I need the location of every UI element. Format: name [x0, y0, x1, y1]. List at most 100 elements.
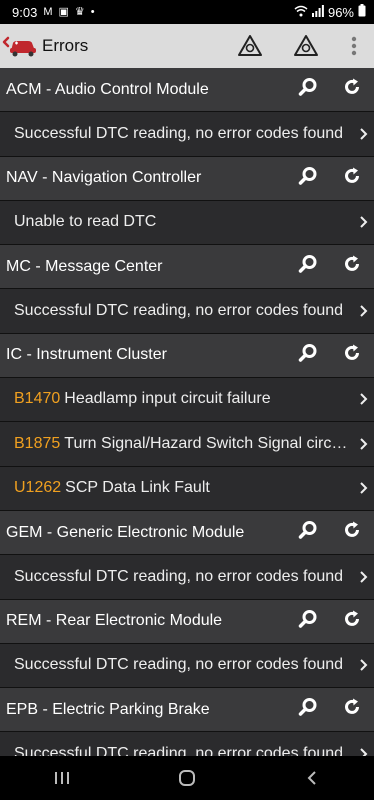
module-header: GEM - Generic Electronic Module — [0, 511, 374, 555]
home-button[interactable] — [157, 756, 217, 800]
dtc-text: Headlamp input circuit failure — [64, 390, 271, 408]
refresh-button[interactable] — [330, 156, 374, 200]
refresh-icon — [343, 78, 361, 101]
module-header: MC - Message Center — [0, 245, 374, 289]
dtc-list-item[interactable]: U1262 SCP Data Link Fault — [0, 466, 374, 511]
dtc-description: U1262 SCP Data Link Fault — [14, 479, 352, 497]
dtc-list-item[interactable]: B1875 Turn Signal/Hazard Switch Signal ci… — [0, 422, 374, 467]
details-button[interactable] — [286, 511, 330, 555]
battery-level: 96% — [327, 4, 354, 20]
home-icon — [178, 770, 195, 786]
details-button[interactable] — [286, 688, 330, 732]
magnifier-icon — [298, 520, 318, 545]
dtc-list-item[interactable]: B1470 Headlamp input circuit failure — [0, 377, 374, 422]
dtc-description: Successful DTC reading, no error codes f… — [14, 745, 352, 756]
status-bar: 9:03 M ▣ ♛ • 96% — [0, 0, 374, 24]
dtc-description: B1875 Turn Signal/Hazard Switch Signal ci… — [14, 435, 352, 453]
dtc-text: Successful DTC reading, no error codes f… — [14, 301, 344, 319]
magnifier-icon — [298, 697, 318, 722]
magnifier-icon — [298, 343, 318, 368]
refresh-button[interactable] — [330, 333, 374, 377]
details-button[interactable] — [286, 333, 330, 377]
dot-icon: • — [90, 5, 95, 18]
dtc-code: B1470 — [14, 390, 61, 408]
recents-button[interactable] — [32, 756, 92, 800]
magnifier-icon — [298, 254, 318, 279]
magnifier-icon — [298, 77, 318, 102]
module-name: NAV - Navigation Controller — [6, 169, 202, 186]
magnifier-icon — [298, 166, 318, 191]
recents-icon — [55, 772, 70, 784]
dtc-description: Unable to read DTC — [14, 213, 352, 231]
chevron-right-icon — [352, 658, 374, 672]
details-button[interactable] — [286, 156, 330, 200]
dtc-description: Successful DTC reading, no error codes f… — [14, 125, 352, 143]
back-button[interactable] — [0, 24, 42, 68]
dtc-list-item[interactable]: Successful DTC reading, no error codes f… — [0, 289, 374, 334]
details-button[interactable] — [286, 68, 330, 112]
refresh-icon — [343, 344, 361, 367]
refresh-button[interactable] — [330, 599, 374, 643]
read-errors-button[interactable] — [278, 24, 334, 68]
signal-icon — [311, 4, 324, 20]
refresh-button[interactable] — [330, 68, 374, 112]
module-list: ACM - Audio Control Module Successful DTC… — [0, 68, 374, 756]
image-icon: ▣ — [58, 5, 69, 18]
module-name: EPB - Electric Parking Brake — [6, 700, 210, 718]
dtc-description: B1470 Headlamp input circuit failure — [14, 390, 352, 408]
battery-icon — [358, 4, 366, 20]
dtc-text: Successful DTC reading, no error codes f… — [14, 124, 344, 142]
chevron-right-icon — [352, 127, 374, 141]
status-time: 9:03 — [12, 4, 38, 20]
refresh-button[interactable] — [330, 511, 374, 555]
details-button[interactable] — [286, 599, 330, 643]
dtc-list-item[interactable]: Successful DTC reading, no error codes f… — [0, 112, 374, 157]
wifi-icon — [294, 5, 308, 20]
overflow-menu-button[interactable] — [334, 24, 374, 68]
refresh-icon — [343, 610, 361, 633]
dtc-list-item[interactable]: Successful DTC reading, no error codes f… — [0, 643, 374, 688]
dtc-list-item[interactable]: Successful DTC reading, no error codes f… — [0, 732, 374, 756]
module-name: ACM - Audio Control Module — [6, 80, 209, 98]
car-diagnostic-logo-icon — [2, 36, 36, 57]
dtc-text: Successful DTC reading, no error codes f… — [14, 567, 344, 585]
refresh-button[interactable] — [330, 688, 374, 732]
chevron-right-icon — [352, 215, 374, 229]
warning-read-icon — [294, 35, 318, 56]
app-bar: Errors — [0, 24, 374, 68]
dtc-text: Turn Signal/Hazard Switch Signal circu… — [64, 434, 352, 452]
dtc-text: SCP Data Link Fault — [65, 479, 210, 497]
more-vertical-icon — [351, 36, 357, 56]
warning-clear-icon — [238, 35, 262, 56]
chevron-right-icon — [352, 747, 374, 756]
module-header: NAV - Navigation Controller — [0, 156, 374, 201]
dtc-list-item[interactable]: Unable to read DTC — [0, 200, 374, 245]
dtc-description: Successful DTC reading, no error codes f… — [14, 302, 352, 320]
module-name: REM - Rear Electronic Module — [6, 612, 223, 629]
refresh-icon — [343, 521, 361, 544]
dtc-description: Successful DTC reading, no error codes f… — [14, 568, 352, 586]
dtc-list-item[interactable]: Successful DTC reading, no error codes f… — [0, 555, 374, 600]
refresh-icon — [343, 167, 361, 190]
module-header: ACM - Audio Control Module — [0, 68, 374, 112]
chevron-right-icon — [352, 437, 374, 451]
chevron-right-icon — [352, 570, 374, 584]
chevron-right-icon — [352, 304, 374, 318]
back-nav-button[interactable] — [282, 756, 342, 800]
refresh-icon — [343, 698, 361, 721]
dtc-code: U1262 — [14, 479, 62, 497]
chevron-right-icon — [352, 392, 374, 406]
refresh-button[interactable] — [330, 245, 374, 289]
module-name: IC - Instrument Cluster — [6, 346, 167, 363]
details-button[interactable] — [286, 245, 330, 289]
gmail-icon: M — [43, 5, 53, 18]
module-name: GEM - Generic Electronic Module — [6, 523, 245, 541]
dtc-text: Successful DTC reading, no error codes f… — [14, 656, 344, 674]
crown-icon: ♛ — [74, 5, 85, 18]
back-arrow-icon — [307, 771, 316, 785]
module-header: EPB - Electric Parking Brake — [0, 688, 374, 732]
dtc-description: Successful DTC reading, no error codes f… — [14, 656, 352, 674]
clear-errors-button[interactable] — [222, 24, 278, 68]
system-nav-bar — [0, 756, 374, 800]
module-name: MC - Message Center — [6, 257, 163, 275]
